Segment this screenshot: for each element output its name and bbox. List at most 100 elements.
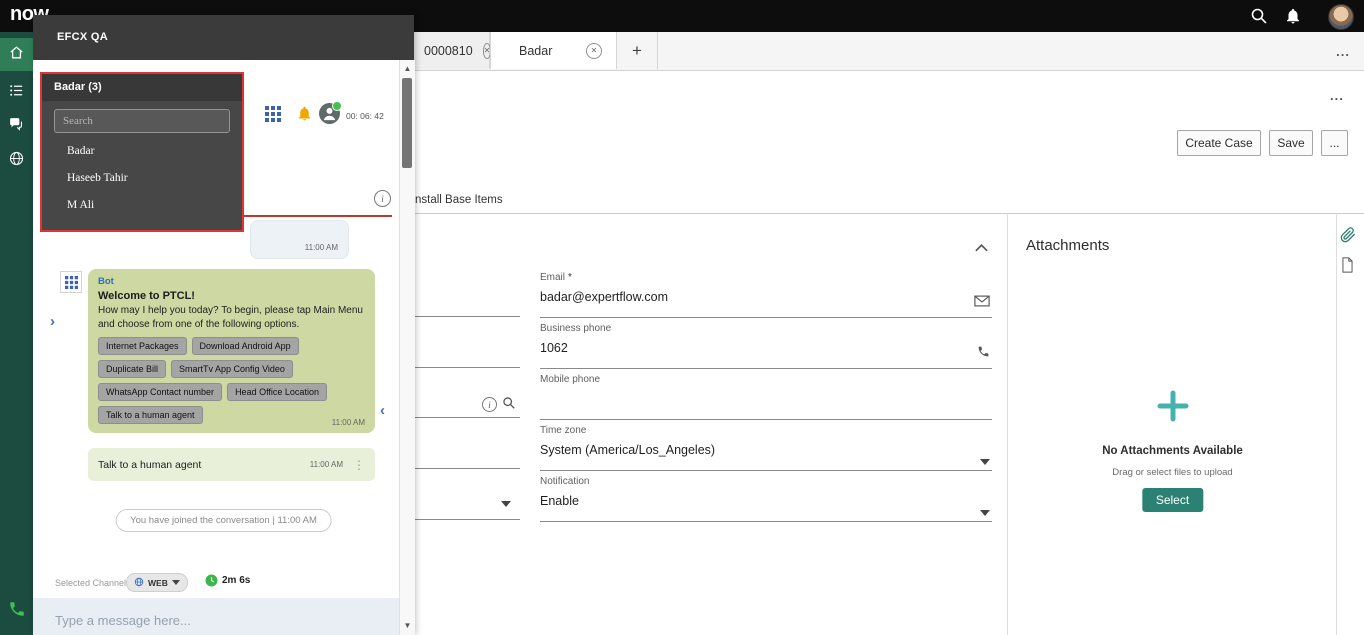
- sidebar-item-lists[interactable]: [0, 76, 33, 109]
- sidebar-item-home[interactable]: [0, 38, 33, 71]
- section-collapse-chevron-icon[interactable]: [974, 240, 989, 258]
- time-zone-select[interactable]: System (America/Los_Angeles): [540, 443, 992, 458]
- tab-badar[interactable]: Badar ✕: [490, 32, 617, 69]
- home-icon: [8, 44, 25, 66]
- add-attachment-plus-icon[interactable]: [1008, 389, 1337, 428]
- bot-avatar-grid-icon: [60, 271, 82, 293]
- required-marker: *: [568, 272, 572, 283]
- create-case-button[interactable]: Create Case: [1177, 130, 1261, 156]
- reference-search-icon[interactable]: [502, 396, 516, 415]
- document-icon[interactable]: [1341, 257, 1354, 278]
- select-caret-icon[interactable]: [501, 501, 511, 507]
- field-underline: [540, 317, 992, 318]
- quick-reply-chip[interactable]: Head Office Location: [227, 383, 327, 401]
- bot-greeting-body: How may I help you today? To begin, plea…: [98, 304, 365, 331]
- record-more-button[interactable]: ...: [1330, 88, 1344, 103]
- quick-reply-chip[interactable]: Internet Packages: [98, 337, 187, 355]
- dropdown-item-m-ali[interactable]: M Ali: [42, 192, 242, 219]
- no-attachments-subtitle: Drag or select files to upload: [1008, 467, 1337, 478]
- message-timestamp: 11:00 AM: [310, 460, 343, 469]
- field-email: Email* badar@expertflow.com: [540, 272, 992, 318]
- chat-duration: 2m 6s: [222, 575, 250, 586]
- tab-overflow-button[interactable]: ...: [1336, 44, 1350, 59]
- quick-reply-chip[interactable]: SmartTv App Config Video: [171, 360, 293, 378]
- left-nav-rail: [0, 32, 33, 635]
- sidebar-item-workspaces[interactable]: [0, 144, 33, 177]
- field-notification: Notification Enable: [540, 476, 992, 522]
- tab-case[interactable]: 0000810 ✕: [414, 32, 490, 69]
- field-underline-fragment: [414, 367, 520, 368]
- dropdown-item-badar[interactable]: Badar: [42, 138, 242, 165]
- tab-close-icon[interactable]: ✕: [586, 43, 602, 59]
- bot-name: Bot: [98, 276, 365, 287]
- field-time-zone: Time zone System (America/Los_Angeles): [540, 425, 992, 471]
- user-avatar[interactable]: [1328, 4, 1354, 30]
- search-icon[interactable]: [1250, 7, 1268, 25]
- web-globe-icon: [134, 574, 144, 592]
- conversation-info-icon[interactable]: i: [374, 190, 391, 207]
- quick-reply-chip[interactable]: Download Android App: [192, 337, 299, 355]
- sidebar-item-conversations[interactable]: [0, 110, 33, 143]
- add-tab-button[interactable]: +: [617, 32, 658, 69]
- paperclip-icon[interactable]: [1340, 227, 1356, 248]
- quick-reply-list: Internet Packages Download Android App D…: [98, 337, 365, 424]
- presence-dot-icon: [332, 101, 342, 111]
- attachments-title: Attachments: [1026, 237, 1109, 254]
- quick-reply-chip[interactable]: Talk to a human agent: [98, 406, 203, 424]
- message-input[interactable]: [33, 598, 399, 635]
- section-tab-install-base-items[interactable]: nstall Base Items: [415, 194, 503, 206]
- channel-select-chip[interactable]: WEB: [126, 573, 188, 592]
- chevron-down-icon[interactable]: [980, 459, 990, 465]
- notifications-bell-icon[interactable]: [1284, 7, 1302, 25]
- chat-workspace-title: EFCX QA: [57, 15, 108, 60]
- field-underline: [540, 470, 992, 471]
- field-business-phone: Business phone 1062: [540, 323, 992, 369]
- field-underline: [540, 521, 992, 522]
- field-underline-fragment: [414, 519, 520, 520]
- contact-avatar[interactable]: [319, 103, 340, 124]
- phone-icon: [977, 345, 990, 363]
- dropdown-item-haseeb-tahir[interactable]: Haseeb Tahir: [42, 165, 242, 192]
- dropdown-search-input[interactable]: [55, 110, 229, 132]
- bot-greeting-title: Welcome to PTCL!: [98, 290, 365, 302]
- envelope-icon: [974, 294, 990, 312]
- message-timestamp: 11:00 AM: [305, 243, 338, 252]
- quick-reply-chip[interactable]: Duplicate Bill: [98, 360, 166, 378]
- field-underline: [540, 419, 992, 420]
- field-underline-fragment: [414, 417, 520, 418]
- field-underline-fragment: [414, 468, 520, 469]
- channel-value: WEB: [148, 578, 168, 588]
- scroll-up-icon[interactable]: ▲: [400, 62, 415, 76]
- field-underline: [540, 368, 992, 369]
- chat-bell-icon[interactable]: [296, 105, 313, 127]
- field-label: Notification: [540, 476, 992, 487]
- toolbar-more-button[interactable]: ...: [1321, 130, 1348, 156]
- email-field[interactable]: badar@expertflow.com: [540, 290, 992, 305]
- message-menu-icon[interactable]: ⋮: [353, 458, 365, 472]
- field-label: Email*: [540, 272, 992, 283]
- quick-reply-chip[interactable]: WhatsApp Contact number: [98, 383, 222, 401]
- incoming-message-bubble: 11:00 AM: [250, 220, 349, 259]
- notification-select[interactable]: Enable: [540, 494, 992, 509]
- tab-label: Badar: [519, 44, 552, 58]
- business-phone-field[interactable]: 1062: [540, 341, 992, 356]
- reference-info-icon[interactable]: i: [482, 397, 497, 412]
- collapse-panel-chevron-icon[interactable]: ‹: [380, 402, 385, 419]
- mobile-phone-field[interactable]: [540, 392, 992, 407]
- field-label: Business phone: [540, 323, 992, 334]
- save-button[interactable]: Save: [1269, 130, 1313, 156]
- no-attachments-title: No Attachments Available: [1008, 445, 1337, 457]
- attachments-panel: Attachments No Attachments Available Dra…: [1007, 213, 1337, 635]
- field-mobile-phone: Mobile phone: [540, 374, 992, 420]
- bot-message-bubble: Bot Welcome to PTCL! How may I help you …: [88, 269, 375, 433]
- expand-panel-chevron-icon[interactable]: ›: [50, 313, 55, 330]
- scroll-down-icon[interactable]: ▼: [400, 619, 415, 633]
- tab-label: 0000810: [424, 44, 473, 58]
- chat-bubbles-icon: [8, 116, 25, 138]
- customer-message-bubble: Talk to a human agent 11:00 AM ⋮: [88, 448, 375, 481]
- chevron-down-icon[interactable]: [980, 510, 990, 516]
- sidebar-item-phone[interactable]: [0, 595, 33, 628]
- apps-grid-icon[interactable]: [265, 106, 281, 127]
- select-files-button[interactable]: Select: [1142, 488, 1203, 512]
- scrollbar-thumb[interactable]: [402, 78, 412, 168]
